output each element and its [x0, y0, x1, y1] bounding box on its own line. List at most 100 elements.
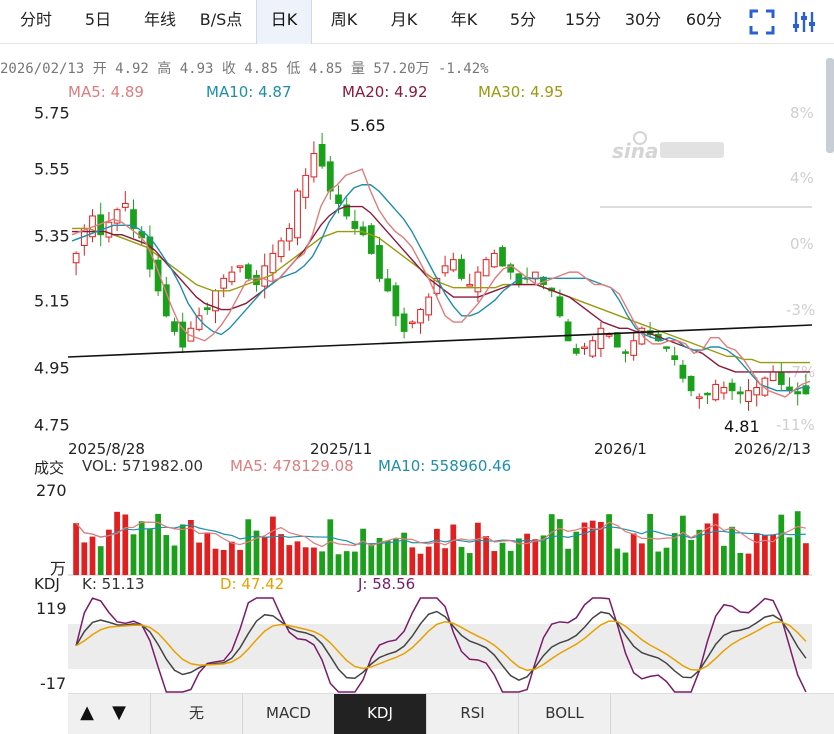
candle-body: [605, 334, 613, 337]
volume-bar: [721, 545, 727, 575]
candle-body: [736, 391, 744, 395]
indicator-boll-button[interactable]: BOLL: [518, 694, 610, 734]
volume-bar: [417, 553, 424, 575]
indicator-empty-slot: [610, 694, 834, 734]
volume-bar: [458, 546, 465, 575]
kdj-k-value: K: 51.13: [82, 575, 145, 593]
candle-body: [679, 364, 687, 379]
candle-body: [589, 340, 597, 357]
indicator-none-button[interactable]: 无: [150, 694, 242, 734]
volume-bar: [737, 552, 744, 575]
next-indicator-button[interactable]: ▼: [104, 694, 134, 734]
indicator-rsi-button[interactable]: RSI: [426, 694, 518, 734]
candle-body: [712, 383, 720, 401]
volume-bar: [573, 531, 580, 575]
volume-bar: [598, 521, 604, 575]
candle-body: [728, 382, 736, 392]
candle-body: [613, 332, 621, 348]
volume-bar: [196, 542, 202, 575]
volume-ma10: MA10: 558960.46: [378, 457, 512, 475]
candle-body: [695, 396, 703, 399]
candle-body: [704, 392, 711, 396]
candle-body: [564, 321, 572, 342]
candle-body: [745, 390, 752, 402]
candle-body: [687, 375, 695, 392]
kdj-axis-top: 119: [36, 599, 67, 618]
candle-body: [663, 346, 670, 349]
kdj-axis-bottom: -17: [40, 674, 67, 693]
volume-bar: [778, 514, 785, 575]
volume-bar: [212, 548, 219, 575]
candle-body: [351, 221, 359, 229]
candle-body: [367, 225, 375, 254]
sina-finance-watermark: sina: [612, 131, 724, 163]
date-tick: 2026/1: [594, 440, 647, 458]
candle-body: [203, 307, 211, 311]
volume-bar: [712, 513, 719, 575]
volume-bar: [73, 523, 79, 575]
volume-bar: [114, 511, 120, 575]
volume-bar: [475, 522, 481, 575]
volume-bar: [680, 515, 686, 575]
candle-body: [359, 226, 367, 236]
candle-body: [490, 252, 498, 268]
prev-indicator-button[interactable]: ▲: [72, 694, 102, 734]
indicator-kdj-button[interactable]: KDJ: [334, 694, 426, 734]
candle-body: [556, 296, 564, 317]
volume-bar: [179, 524, 186, 575]
volume-bar: [786, 537, 793, 575]
volume-bar: [384, 540, 391, 575]
low-price-marker: 4.81: [724, 417, 760, 436]
volume-bar: [483, 536, 489, 575]
volume-bar: [499, 542, 506, 575]
candle-body: [269, 252, 277, 274]
kdj-band: [68, 624, 812, 669]
volume-bar: [425, 546, 432, 575]
candle-body: [597, 327, 605, 349]
candle-body: [449, 259, 457, 271]
candle-body: [417, 309, 424, 324]
candle-body: [171, 321, 178, 332]
volume-bar: [245, 519, 252, 575]
candle-body: [400, 313, 408, 332]
volume-bar: [393, 538, 399, 575]
volume-bar: [204, 532, 211, 575]
volume-bar: [343, 551, 350, 575]
candle-body: [162, 284, 170, 317]
volume-bar: [327, 519, 334, 575]
date-tick: 2025/8/28: [68, 440, 145, 458]
volume-bar: [450, 524, 457, 575]
candle-body: [244, 264, 252, 279]
volume-bar: [360, 528, 366, 575]
volume-bar: [491, 551, 498, 575]
volume-bar: [261, 537, 268, 575]
indicator-switch-bar: ▲ ▼ 无 MACD KDJ RSI BOLL: [68, 693, 834, 734]
volume-bar: [286, 545, 293, 575]
volume-bar: [639, 543, 645, 575]
candle-body: [121, 202, 129, 208]
volume-bar: [803, 543, 809, 575]
candle-body: [105, 221, 113, 238]
volume-bar: [163, 535, 170, 575]
volume-bar: [368, 544, 375, 575]
volume-bar: [548, 514, 555, 575]
candle-body: [499, 247, 506, 267]
candle-body: [285, 227, 293, 242]
candle-body: [482, 259, 490, 277]
candle-body: [794, 391, 802, 395]
volume-bar: [532, 539, 539, 575]
volume-bar: [335, 554, 342, 575]
volume-bar: [729, 526, 735, 575]
indicator-macd-button[interactable]: MACD: [242, 694, 334, 734]
candle-body: [458, 258, 465, 279]
candle-body: [753, 387, 761, 396]
candle-body: [236, 265, 244, 268]
candle-body: [671, 355, 679, 360]
candle-body: [630, 340, 638, 356]
volume-bar: [319, 551, 325, 575]
volume-bar: [671, 533, 678, 575]
candle-body: [581, 346, 588, 349]
candle-body: [769, 371, 777, 382]
candle-body: [335, 194, 342, 204]
candle-body: [302, 174, 310, 198]
